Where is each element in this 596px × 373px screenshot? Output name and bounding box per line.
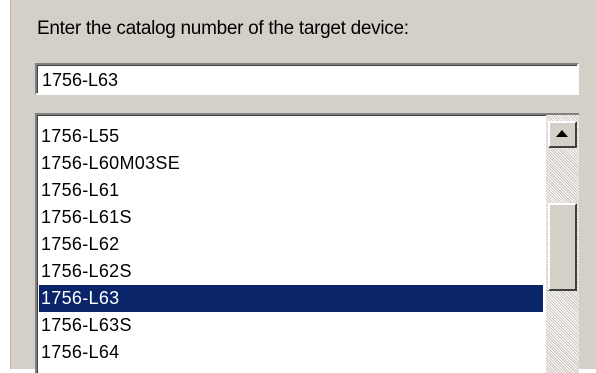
list-item[interactable]: 1756-L60M03SE — [39, 150, 543, 177]
catalog-number-input[interactable] — [35, 63, 579, 95]
list-item[interactable]: 1756-L62 — [39, 231, 543, 258]
select-device-dialog: Enter the catalog number of the target d… — [10, 0, 596, 373]
catalog-number-prompt: Enter the catalog number of the target d… — [37, 18, 409, 39]
list-item[interactable]: 1756-L61 — [39, 177, 543, 204]
triangle-up-icon — [556, 130, 568, 137]
list-item-selected[interactable]: 1756-L63 — [39, 285, 543, 312]
list-item[interactable]: 1756-L61S — [39, 204, 543, 231]
list-item[interactable]: 1756-L55 — [39, 123, 543, 150]
list-item[interactable]: 1756-L63S — [39, 312, 543, 339]
list-item[interactable]: 1756-L62S — [39, 258, 543, 285]
list-item[interactable]: 1756-L64 — [39, 339, 543, 366]
catalog-list-items: 1756-L55 1756-L60M03SE 1756-L61 1756-L61… — [39, 123, 543, 366]
scroll-up-button[interactable] — [548, 121, 577, 148]
catalog-listbox[interactable]: 1756-L55 1756-L60M03SE 1756-L61 1756-L61… — [35, 113, 579, 373]
scrollbar-thumb[interactable] — [548, 203, 577, 291]
vertical-scrollbar[interactable] — [546, 115, 579, 373]
